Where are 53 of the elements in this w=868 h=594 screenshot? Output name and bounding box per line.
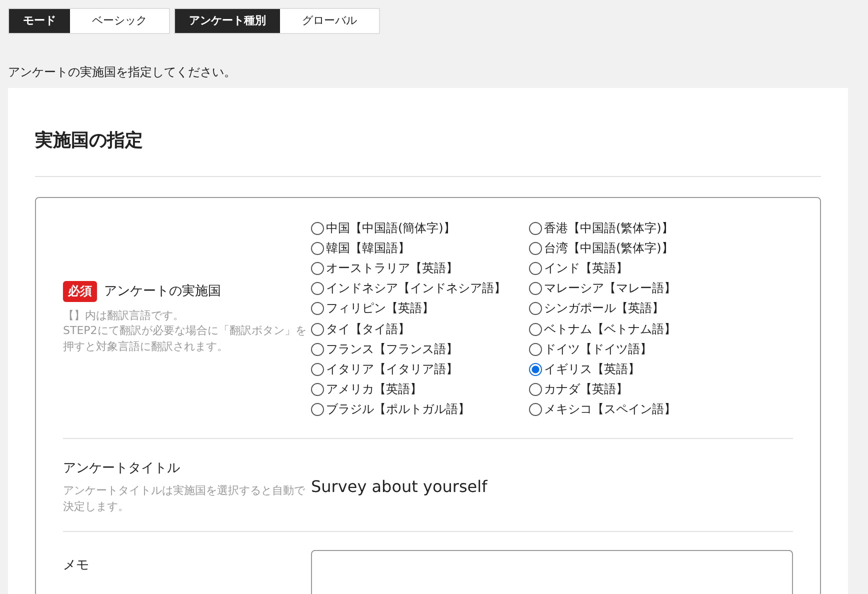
radio-button[interactable] <box>529 222 542 235</box>
radio-button[interactable] <box>311 342 324 356</box>
country-option-label[interactable]: メキシコ【スペイン語】 <box>544 401 676 418</box>
radio-button[interactable] <box>311 383 324 396</box>
country-option-label[interactable]: ブラジル【ポルトガル語】 <box>326 401 470 418</box>
radio-button[interactable] <box>311 403 324 416</box>
country-option-label[interactable]: イギリス【英語】 <box>544 360 640 378</box>
radio-button[interactable] <box>529 322 542 336</box>
country-option-label[interactable]: 韓国【韓国語】 <box>326 240 410 257</box>
radio-button[interactable] <box>311 222 324 235</box>
country-option-label[interactable]: ドイツ【ドイツ語】 <box>544 340 652 358</box>
radio-button[interactable] <box>311 362 324 376</box>
instruction-text: アンケートの実施国を指定してください。 <box>8 64 237 81</box>
mode-label: モード <box>9 9 70 33</box>
country-option-label[interactable]: イタリア【イタリア語】 <box>326 360 458 378</box>
country-option-label[interactable]: ベトナム【ベトナム語】 <box>544 320 676 338</box>
country-option-label[interactable]: カナダ【英語】 <box>544 381 628 398</box>
country-option-label[interactable]: 台湾【中国語(繁体字)】 <box>544 240 674 257</box>
mode-value: ベーシック <box>91 13 148 29</box>
country-option-label[interactable]: シンガポール【英語】 <box>544 300 664 318</box>
radio-button[interactable] <box>311 322 324 336</box>
help-text: 【】内は翻訳言語です。 STEP2にて翻訳が必要な場合に「翻訳ボタン」を押すと対象言語に翻訳されます。 <box>63 308 308 356</box>
field-label: アンケートタイトル <box>63 460 181 477</box>
country-option-label[interactable]: インド【英語】 <box>544 260 628 277</box>
country-option-label[interactable]: マレーシア【マレー語】 <box>544 280 676 298</box>
country-option-label[interactable]: タイ【タイ語】 <box>326 320 410 338</box>
country-option-label[interactable]: 中国【中国語(簡体字)】 <box>326 220 456 237</box>
mode-value: グローバル <box>301 13 358 29</box>
radio-button[interactable] <box>529 302 542 316</box>
field-label: メモ <box>63 556 90 574</box>
section-title: 実施国の指定 <box>35 128 821 177</box>
required-badge: 必須 <box>63 280 97 302</box>
country-option-label[interactable]: フランス【フランス語】 <box>326 340 458 358</box>
country-option-label[interactable]: 香港【中国語(繁体字)】 <box>544 220 674 237</box>
radio-button[interactable] <box>529 383 542 396</box>
country-option-label[interactable]: アメリカ【英語】 <box>326 381 422 398</box>
radio-button[interactable] <box>311 282 324 296</box>
country-option-label[interactable]: フィリピン【英語】 <box>326 300 434 318</box>
radio-button[interactable] <box>529 282 542 296</box>
radio-button[interactable] <box>529 403 542 416</box>
radio-button[interactable] <box>311 262 324 275</box>
mode-label: アンケート種別 <box>175 9 280 33</box>
radio-button[interactable] <box>311 242 324 255</box>
radio-button[interactable] <box>529 362 542 376</box>
radio-button[interactable] <box>529 242 542 255</box>
help-text: アンケートタイトルは実施国を選択すると自動で決定します。 <box>63 482 306 515</box>
radio-button[interactable] <box>311 302 324 316</box>
country-option-label[interactable]: インドネシア【インドネシア語】 <box>326 280 506 298</box>
field-label: アンケートの実施国 <box>104 283 221 300</box>
country-option-label[interactable]: オーストラリア【英語】 <box>326 260 458 277</box>
radio-button[interactable] <box>529 342 542 356</box>
radio-button[interactable] <box>529 262 542 275</box>
survey-title-value: Survey about yourself <box>311 477 488 496</box>
